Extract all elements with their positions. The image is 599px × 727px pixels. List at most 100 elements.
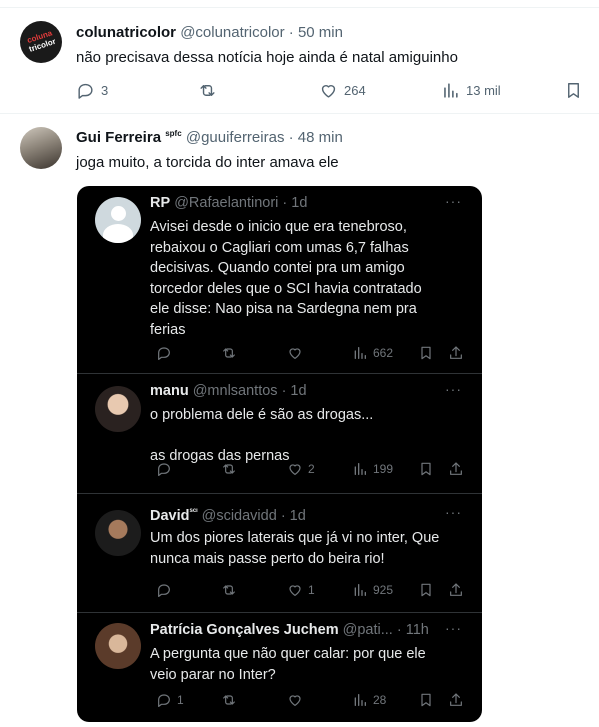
like-button: 1	[287, 581, 315, 599]
retweet-button	[221, 460, 242, 478]
more-icon: ···	[445, 504, 462, 520]
more-icon: ···	[445, 381, 462, 397]
reply-button	[156, 460, 177, 478]
tweet-text: não precisava dessa notícia hoje ainda é…	[76, 49, 458, 66]
share-button	[448, 581, 464, 599]
author-name: RP	[150, 195, 171, 211]
share-button	[448, 344, 464, 362]
author-handle[interactable]: @guuiferreiras	[186, 129, 285, 146]
avatar[interactable]	[20, 127, 62, 169]
more-icon: ···	[445, 620, 462, 636]
reply-button	[156, 581, 177, 599]
reply-text: Um dos piores laterais que já vi no inte…	[150, 530, 440, 567]
reply-text: o problema dele é são as drogas... as dr…	[150, 407, 374, 464]
retweet-icon	[200, 84, 215, 96]
reply-header: RP @Rafaelantinori · 1d	[150, 195, 466, 211]
avatar	[95, 386, 141, 432]
tweet-actions: 3 264 13 mil	[76, 80, 586, 100]
share-icon	[450, 346, 462, 359]
tweet-gui-ferreira[interactable]: Gui Ferreira spfc @guuiferreiras · 48 mi…	[0, 115, 599, 727]
reply-count: 3	[101, 82, 109, 98]
reply-actions: 1 925	[150, 581, 470, 599]
bookmark-icon	[421, 462, 431, 476]
retweet-icon	[223, 585, 235, 595]
reply-icon	[158, 347, 170, 360]
retweet-icon	[223, 348, 235, 358]
avatar-logo: coluna tricolor	[25, 28, 57, 54]
bookmark-icon	[421, 693, 431, 707]
bookmark-button	[418, 691, 434, 709]
retweet-button	[221, 581, 242, 599]
author-badge: ˢᶜᶦ	[189, 506, 198, 516]
author-name[interactable]: Gui Ferreira	[76, 129, 161, 146]
thread-reply[interactable]: Davidˢᶜᶦ @scidavidd · 1d ··· Um dos pior…	[77, 494, 482, 613]
bookmark-icon	[421, 346, 431, 360]
thread-reply[interactable]: RP @Rafaelantinori · 1d ··· Avisei desde…	[77, 186, 482, 374]
avatar	[95, 623, 141, 669]
views-button: 199	[352, 460, 393, 478]
heart-icon	[321, 84, 336, 98]
author-handle[interactable]: @colunatricolor	[180, 24, 284, 41]
views-icon	[444, 82, 458, 98]
heart-icon	[289, 585, 301, 596]
reply-icon	[158, 463, 170, 476]
timestamp: · 1d	[280, 507, 306, 524]
author-handle: @scidavidd	[201, 507, 277, 524]
bookmark-icon	[568, 82, 579, 98]
timestamp[interactable]: · 48 min	[289, 129, 343, 146]
reply-button[interactable]: 3	[76, 80, 108, 100]
heart-icon	[289, 348, 301, 359]
author-handle: @mnlsanttos	[192, 383, 278, 399]
author-handle: @pati...	[342, 622, 393, 638]
timestamp: · 1d	[282, 195, 308, 211]
reply-text: Avisei desde o inicio que era tenebroso,…	[150, 219, 422, 338]
views-button: 662	[352, 344, 393, 362]
timestamp[interactable]: · 50 min	[289, 24, 343, 41]
author-name: manu	[150, 383, 189, 399]
author-name: David	[150, 507, 190, 524]
retweet-button	[221, 691, 242, 709]
timestamp: · 11h	[396, 622, 429, 638]
views-button: 925	[352, 581, 393, 599]
bookmark-button[interactable]	[564, 80, 583, 100]
views-icon	[354, 463, 366, 475]
views-icon	[354, 347, 366, 359]
tweet-header: Gui Ferreira spfc @guuiferreiras · 48 mi…	[76, 129, 343, 146]
share-icon	[450, 462, 462, 475]
tweet-header: colunatricolor @colunatricolor · 50 min	[76, 24, 343, 41]
reply-button: 1	[156, 691, 184, 709]
views-button: 28	[352, 691, 386, 709]
embedded-image-thread[interactable]: RP @Rafaelantinori · 1d ··· Avisei desde…	[77, 186, 482, 722]
like-button	[287, 691, 308, 709]
reply-icon	[158, 694, 170, 707]
views-icon	[354, 694, 366, 706]
reply-button	[156, 344, 177, 362]
author-name[interactable]: colunatricolor	[76, 24, 176, 41]
reply-icon	[158, 584, 170, 597]
like-count: 264	[344, 82, 366, 98]
avatar	[95, 510, 141, 556]
bookmark-button	[418, 581, 434, 599]
heart-icon	[289, 464, 301, 475]
avatar	[95, 197, 141, 243]
heart-icon	[289, 695, 301, 706]
tweet-colunatricolor[interactable]: coluna tricolor colunatricolor @colunatri…	[0, 0, 599, 114]
share-icon	[450, 693, 462, 706]
like-button	[287, 344, 308, 362]
tweet-text: joga muito, a torcida do inter amava ele	[76, 154, 339, 171]
retweet-button[interactable]	[198, 80, 223, 100]
author-handle: @Rafaelantinori	[174, 195, 279, 211]
thread-reply[interactable]: manu @mnlsanttos · 1d ··· o problema del…	[77, 374, 482, 494]
reply-actions: 1 28	[150, 691, 470, 709]
reply-icon	[78, 83, 93, 99]
views-button[interactable]: 13 mil	[441, 80, 501, 100]
reply-header: manu @mnlsanttos · 1d	[150, 383, 466, 399]
retweet-icon	[223, 695, 235, 705]
thread-reply[interactable]: Patrícia Gonçalves Juchem @pati... · 11h…	[77, 613, 482, 722]
views-icon	[354, 584, 366, 596]
avatar[interactable]: coluna tricolor	[20, 21, 62, 63]
retweet-button	[221, 344, 242, 362]
like-button[interactable]: 264	[319, 80, 366, 100]
share-icon	[450, 583, 462, 596]
author-name: Patrícia Gonçalves Juchem	[150, 622, 339, 638]
